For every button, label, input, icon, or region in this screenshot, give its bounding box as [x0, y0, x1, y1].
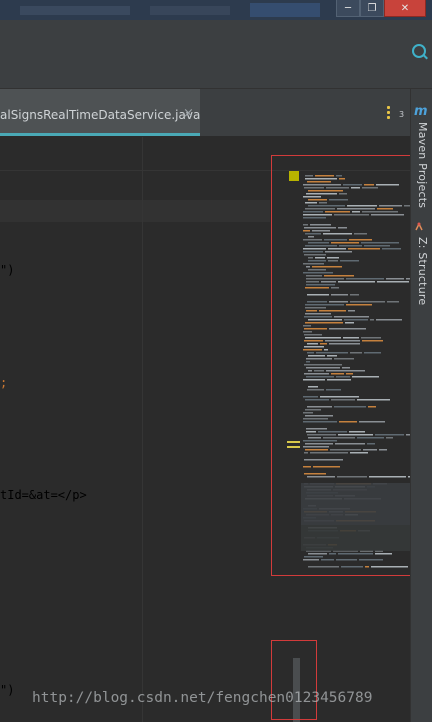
maven-icon[interactable]: m [414, 104, 428, 119]
code-fragment: ; [0, 376, 8, 390]
structure-tab[interactable]: Z: Structure [416, 237, 429, 305]
code-fragment: tId=&at=</p> [0, 488, 87, 502]
tab-active-indicator [0, 133, 200, 136]
right-margin-guide [142, 137, 143, 722]
hidden-tabs-count: 3 [399, 110, 405, 119]
window-controls: ─ ❐ ✕ [336, 0, 426, 17]
blurred-title-text [250, 3, 320, 17]
maximize-icon[interactable]: ❐ [360, 0, 384, 17]
main-toolbar [0, 20, 432, 89]
window-title-bar: ─ ❐ ✕ [0, 0, 432, 20]
current-line-highlight [0, 200, 270, 222]
code-fragment: ") [0, 263, 15, 277]
watermark-text: http://blog.csdn.net/fengchen0123456789 [32, 690, 373, 706]
maven-projects-tab[interactable]: Maven Projects [416, 122, 429, 208]
editor-tab-label: alSignsRealTimeDataService.java [0, 108, 201, 122]
structure-icon[interactable] [414, 222, 424, 232]
blurred-title-text [150, 6, 230, 15]
tab-close-icon[interactable]: × [183, 106, 194, 121]
blurred-title-text [20, 6, 130, 15]
search-icon[interactable] [412, 44, 426, 58]
editor-tab-bar: alSignsRealTimeDataService.java × [0, 89, 410, 136]
minimap-highlight-box [271, 155, 419, 576]
minimize-icon[interactable]: ─ [336, 0, 360, 17]
close-icon[interactable]: ✕ [384, 0, 426, 17]
tabs-menu-icon[interactable] [387, 106, 390, 119]
scrollbar-highlight-box [271, 640, 317, 720]
editor-tab-active[interactable]: alSignsRealTimeDataService.java × [0, 89, 200, 136]
code-fragment: ") [0, 683, 15, 697]
